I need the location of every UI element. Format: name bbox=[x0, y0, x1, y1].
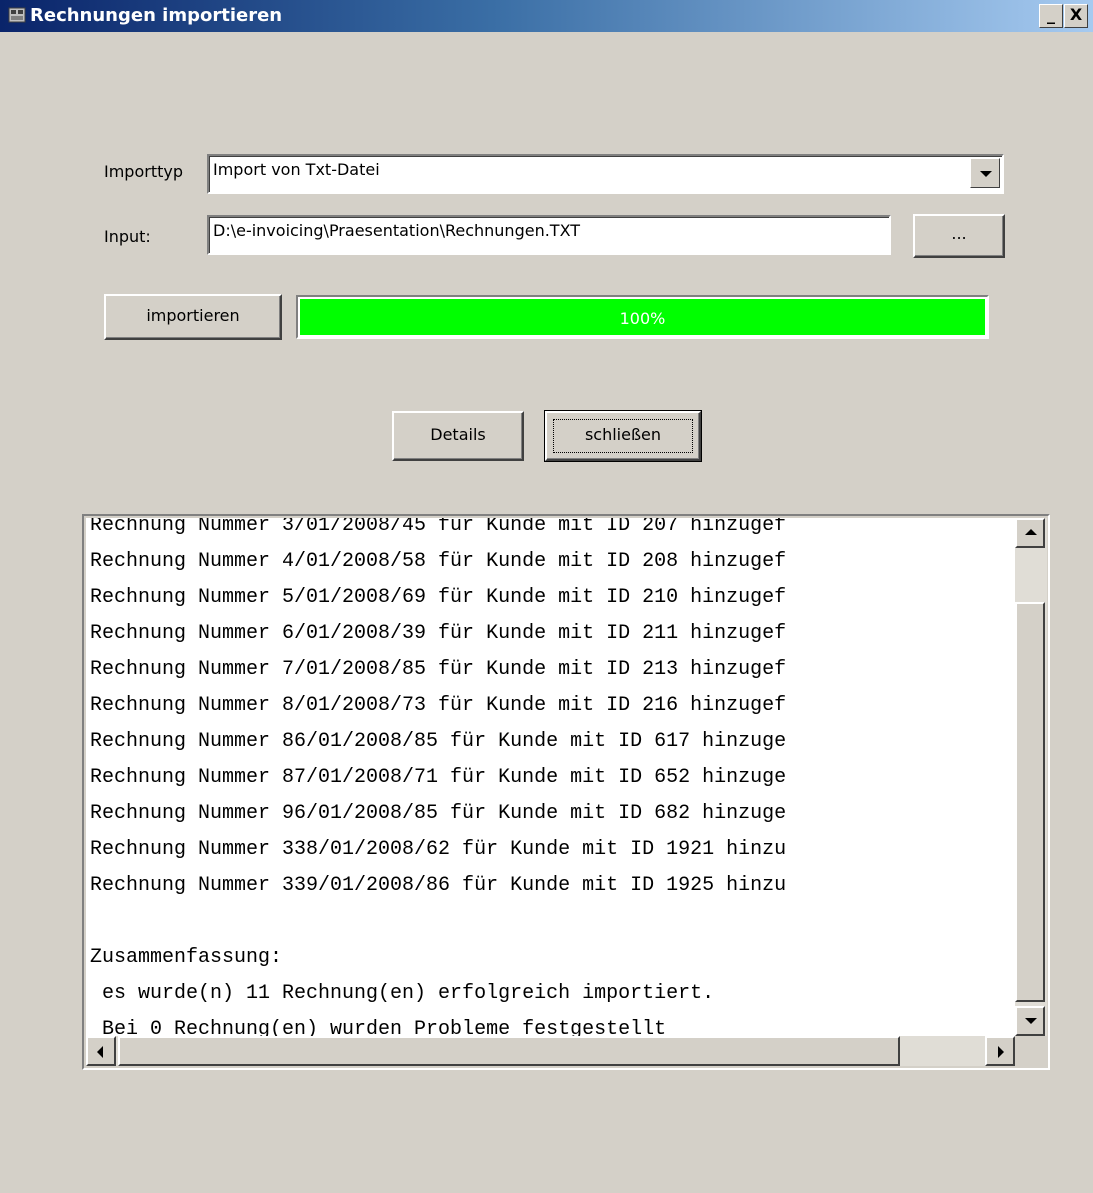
input-path-value: D:\e-invoicing\Praesentation\Rechnungen.… bbox=[213, 221, 581, 240]
horizontal-scroll-thumb[interactable] bbox=[118, 1036, 900, 1066]
importtyp-value: Import von Txt-Datei bbox=[213, 160, 380, 179]
progress-text: 100% bbox=[619, 309, 666, 328]
minimize-button[interactable]: _ bbox=[1039, 4, 1063, 28]
arrow-right-icon bbox=[998, 1046, 1004, 1058]
focus-indicator bbox=[553, 419, 693, 453]
chevron-down-icon bbox=[980, 171, 992, 177]
app-icon bbox=[8, 7, 26, 23]
progress-bar: 100% bbox=[296, 295, 989, 339]
log-lines: Rechnung Nummer 3/01/2008/45 für Kunde m… bbox=[90, 518, 786, 1036]
log-content[interactable]: Rechnung Nummer 3/01/2008/45 für Kunde m… bbox=[86, 518, 1015, 1036]
log-line: Rechnung Nummer 7/01/2008/85 für Kunde m… bbox=[90, 658, 787, 681]
log-line: Rechnung Nummer 8/01/2008/73 für Kunde m… bbox=[90, 694, 787, 717]
window-title: Rechnungen importieren bbox=[30, 5, 283, 26]
scroll-right-button[interactable] bbox=[985, 1036, 1015, 1066]
log-line: Rechnung Nummer 3/01/2008/45 für Kunde m… bbox=[90, 518, 787, 537]
log-line: Rechnung Nummer 96/01/2008/85 für Kunde … bbox=[90, 802, 787, 825]
close-button[interactable]: schließen bbox=[544, 410, 702, 462]
log-line: Rechnung Nummer 339/01/2008/86 für Kunde… bbox=[90, 874, 787, 897]
close-icon: X bbox=[1069, 5, 1083, 24]
input-path-field[interactable]: D:\e-invoicing\Praesentation\Rechnungen.… bbox=[207, 215, 891, 255]
log-line: Rechnung Nummer 5/01/2008/69 für Kunde m… bbox=[90, 586, 787, 609]
scroll-left-button[interactable] bbox=[86, 1036, 116, 1066]
log-line: es wurde(n) 11 Rechnung(en) erfolgreich … bbox=[90, 982, 715, 1005]
dropdown-button[interactable] bbox=[970, 158, 1000, 188]
arrow-up-icon bbox=[1025, 529, 1037, 535]
arrow-left-icon bbox=[97, 1046, 103, 1058]
importtyp-select[interactable]: Import von Txt-Datei bbox=[207, 154, 1004, 194]
minimize-icon: _ bbox=[1047, 5, 1055, 24]
details-button[interactable]: Details bbox=[392, 411, 524, 461]
log-line: Rechnung Nummer 6/01/2008/39 für Kunde m… bbox=[90, 622, 787, 645]
input-label: Input: bbox=[104, 227, 151, 246]
log-line: Bei 0 Rechnung(en) wurden Probleme festg… bbox=[90, 1018, 667, 1036]
details-button-label: Details bbox=[430, 425, 486, 444]
import-button[interactable]: importieren bbox=[104, 294, 282, 340]
log-line: Rechnung Nummer 338/01/2008/62 für Kunde… bbox=[90, 838, 787, 861]
vertical-scroll-thumb[interactable] bbox=[1015, 602, 1045, 1002]
scrollbar-corner bbox=[1015, 1036, 1047, 1066]
scroll-up-button[interactable] bbox=[1015, 518, 1045, 548]
importtyp-label: Importtyp bbox=[104, 162, 183, 181]
horizontal-scrollbar[interactable] bbox=[86, 1036, 1015, 1066]
browse-button[interactable]: ... bbox=[913, 214, 1005, 258]
vertical-scrollbar[interactable] bbox=[1015, 518, 1047, 1036]
close-window-button[interactable]: X bbox=[1064, 4, 1088, 28]
import-button-label: importieren bbox=[146, 306, 240, 325]
log-line: Rechnung Nummer 86/01/2008/85 für Kunde … bbox=[90, 730, 787, 753]
log-line: Rechnung Nummer 87/01/2008/71 für Kunde … bbox=[90, 766, 787, 789]
arrow-down-icon bbox=[1025, 1018, 1037, 1024]
browse-button-label: ... bbox=[951, 224, 967, 243]
log-line: Zusammenfassung: bbox=[90, 946, 283, 969]
title-bar[interactable]: Rechnungen importieren _ X bbox=[0, 0, 1093, 32]
scroll-down-button[interactable] bbox=[1015, 1006, 1045, 1036]
log-textarea[interactable]: Rechnung Nummer 3/01/2008/45 für Kunde m… bbox=[82, 514, 1050, 1070]
log-line: Rechnung Nummer 4/01/2008/58 für Kunde m… bbox=[90, 550, 787, 573]
